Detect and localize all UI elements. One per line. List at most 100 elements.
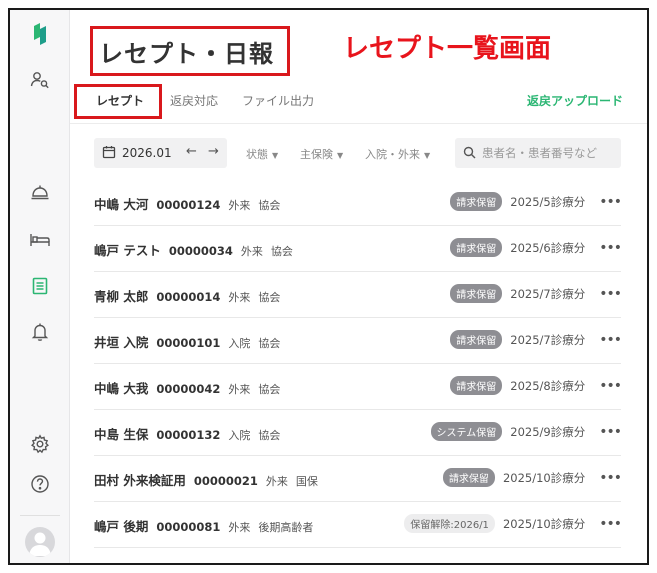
insurance-filter-label: 主保険 — [300, 148, 333, 161]
bed-icon[interactable] — [10, 226, 70, 254]
patient-id: 00000042 — [156, 382, 221, 396]
more-options-icon[interactable]: ••• — [599, 332, 622, 348]
chevron-down-icon: ▼ — [424, 151, 431, 160]
status-badge: 保留解除:2026/1 — [404, 514, 495, 533]
tab-receipt[interactable]: レセプト — [96, 92, 144, 109]
visit-type-filter-dropdown[interactable]: 入院・外来 ▼ — [365, 146, 430, 162]
annotation-label: レセプト一覧画面 — [343, 34, 552, 64]
visit-type: 入院 — [228, 429, 251, 442]
table-row[interactable]: 井垣 入院 00000101 入院 協会 請求保留 2025/7診療分 ••• — [94, 318, 622, 364]
table-row[interactable]: 中嶋 大河 00000124 外来 協会 請求保留 2025/5診療分 ••• — [94, 180, 622, 226]
patient-name: 青柳 太郎 — [94, 289, 149, 304]
status-filter-label: 状態 — [246, 148, 268, 161]
patient-name: 嶋戸 テスト — [94, 243, 161, 258]
tab-bar: レセプト 返戻対応 ファイル出力 返戻アップロード — [70, 84, 647, 124]
sidebar — [10, 10, 70, 563]
receipt-list: 中嶋 大河 00000124 外来 協会 請求保留 2025/5診療分 ••• 嶋戸 テス… — [94, 180, 622, 548]
settings-gear-icon[interactable] — [10, 430, 70, 458]
insurance-filter-dropdown[interactable]: 主保険 ▼ — [300, 146, 343, 162]
patient-id: 00000021 — [193, 474, 258, 488]
status-badge: 請求保留 — [450, 192, 503, 211]
receipt-list-icon[interactable] — [10, 272, 70, 300]
billing-period: 2025/6診療分 — [510, 240, 586, 255]
tab-file-output[interactable]: ファイル出力 — [242, 92, 314, 109]
patient-name: 嶋戸 後期 — [94, 519, 149, 534]
table-row[interactable]: 嶋戸 テスト 00000034 外来 協会 請求保留 2025/6診療分 ••• — [94, 226, 622, 272]
table-row[interactable]: 青柳 太郎 00000014 外来 協会 請求保留 2025/7診療分 ••• — [94, 272, 622, 318]
visit-type: 外来 — [228, 383, 251, 396]
user-avatar[interactable] — [25, 527, 55, 557]
chevron-down-icon: ▼ — [272, 151, 279, 160]
search-icon — [463, 144, 476, 163]
billing-period: 2025/8診療分 — [510, 378, 586, 393]
patient-id: 00000124 — [156, 198, 221, 212]
billing-period: 2025/5診療分 — [510, 194, 586, 209]
month-value: 2026.01 — [122, 146, 172, 160]
insurer: 国保 — [295, 475, 318, 488]
status-badge: 請求保留 — [450, 330, 503, 349]
insurer: 後期高齢者 — [258, 521, 314, 534]
insurer: 協会 — [258, 337, 281, 350]
filter-bar: 2026.01 ← → 状態 ▼ 主保険 ▼ 入院・外来 ▼ — [94, 138, 622, 168]
visit-type-filter-label: 入院・外来 — [365, 148, 420, 161]
patient-id: 00000081 — [156, 520, 221, 534]
next-month-arrow[interactable]: → — [208, 144, 219, 159]
insurer: 協会 — [258, 429, 281, 442]
patient-search-input[interactable] — [482, 146, 622, 160]
page-title: レセプト・日報 — [99, 39, 274, 68]
help-question-icon[interactable] — [10, 470, 70, 498]
status-badge: 請求保留 — [450, 284, 503, 303]
patient-search-icon[interactable] — [10, 66, 70, 94]
visit-type: 外来 — [240, 245, 263, 258]
status-badge: 請求保留 — [450, 238, 503, 257]
patient-id: 00000132 — [156, 428, 221, 442]
table-row[interactable]: 中嶋 大我 00000042 外来 協会 請求保留 2025/8診療分 ••• — [94, 364, 622, 410]
search-box — [455, 138, 622, 168]
visit-type: 外来 — [228, 199, 251, 212]
tab-returns[interactable]: 返戻対応 — [170, 92, 218, 109]
patient-name: 田村 外来検証用 — [94, 473, 186, 488]
visit-type: 外来 — [228, 291, 251, 304]
app-logo-icon[interactable] — [10, 20, 70, 48]
more-options-icon[interactable]: ••• — [599, 240, 622, 256]
more-options-icon[interactable]: ••• — [599, 516, 622, 532]
more-options-icon[interactable]: ••• — [599, 470, 622, 486]
chevron-down-icon: ▼ — [337, 151, 344, 160]
billing-period: 2025/10診療分 — [502, 470, 586, 485]
billing-period: 2025/7診療分 — [510, 286, 586, 301]
billing-period: 2025/10診療分 — [502, 516, 586, 531]
insurer: 協会 — [258, 291, 281, 304]
patient-id: 00000034 — [168, 244, 233, 258]
reception-bell-icon[interactable] — [10, 178, 70, 206]
notification-bell-icon[interactable] — [10, 318, 70, 346]
patient-id: 00000014 — [156, 290, 221, 304]
calendar-icon — [102, 144, 116, 163]
patient-id: 00000101 — [156, 336, 221, 350]
more-options-icon[interactable]: ••• — [599, 194, 622, 210]
patient-name: 中島 生保 — [94, 427, 149, 442]
billing-period: 2025/7診療分 — [510, 332, 586, 347]
prev-month-arrow[interactable]: ← — [186, 144, 197, 159]
table-row[interactable]: 田村 外来検証用 00000021 外来 国保 請求保留 2025/10診療分 ••• — [94, 456, 622, 502]
visit-type: 外来 — [265, 475, 288, 488]
more-options-icon[interactable]: ••• — [599, 286, 622, 302]
status-badge: 請求保留 — [442, 468, 495, 487]
app-window: レセプト・日報 レセプト一覧画面 レセプト 返戻対応 ファイル出力 返戻アップロ… — [8, 8, 649, 565]
billing-period: 2025/9診療分 — [510, 424, 586, 439]
more-options-icon[interactable]: ••• — [599, 424, 622, 440]
month-selector[interactable]: 2026.01 ← → — [94, 138, 227, 168]
main-content: レセプト・日報 レセプト一覧画面 レセプト 返戻対応 ファイル出力 返戻アップロ… — [70, 10, 647, 563]
returns-upload-link[interactable]: 返戻アップロード — [527, 92, 623, 109]
title-highlight-box: レセプト・日報 — [90, 26, 290, 76]
status-filter-dropdown[interactable]: 状態 ▼ — [246, 146, 278, 162]
status-badge: 請求保留 — [450, 376, 503, 395]
table-row[interactable]: 中島 生保 00000132 入院 協会 システム保留 2025/9診療分 ••• — [94, 410, 622, 456]
more-options-icon[interactable]: ••• — [599, 378, 622, 394]
visit-type: 入院 — [228, 337, 251, 350]
status-badge: システム保留 — [430, 422, 503, 441]
table-row[interactable]: 嶋戸 後期 00000081 外来 後期高齢者 保留解除:2026/1 2025/10診… — [94, 502, 622, 548]
insurer: 協会 — [270, 245, 293, 258]
patient-name: 井垣 入院 — [94, 335, 149, 350]
visit-type: 外来 — [228, 521, 251, 534]
insurer: 協会 — [258, 383, 281, 396]
